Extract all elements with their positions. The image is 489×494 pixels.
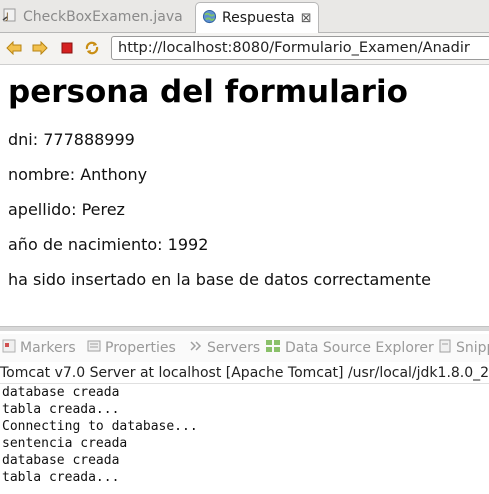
views-tab-bar: Markers Properties Servers Data Source E… xyxy=(0,334,489,362)
servers-icon xyxy=(189,339,203,357)
browser-toolbar: http://localhost:8080/Formulario_Examen/… xyxy=(0,33,489,65)
tab-label: Snipp xyxy=(456,340,489,356)
properties-icon xyxy=(87,339,101,357)
tab-properties[interactable]: Properties xyxy=(87,339,176,357)
tab-respuesta[interactable]: Respuesta ⊠ xyxy=(195,2,319,33)
snippets-icon xyxy=(438,339,452,357)
tab-label: Markers xyxy=(20,340,76,356)
refresh-icon[interactable] xyxy=(84,40,100,56)
tab-label: CheckBoxExamen.java xyxy=(23,8,183,25)
console-line: database creada xyxy=(2,453,120,468)
page-title: persona del formulario xyxy=(8,74,408,110)
stop-icon[interactable] xyxy=(59,40,75,56)
nacimiento-text: año de nacimiento: 1992 xyxy=(8,235,209,254)
console-line: sentencia creada xyxy=(2,436,128,451)
markers-icon xyxy=(2,339,16,357)
console-line: database creada xyxy=(2,385,120,400)
panel-sash[interactable] xyxy=(0,326,489,331)
data-source-icon xyxy=(265,339,281,357)
url-input[interactable]: http://localhost:8080/Formulario_Examen/… xyxy=(111,36,489,60)
dni-text: dni: 777888999 xyxy=(8,130,135,149)
tab-markers[interactable]: Markers xyxy=(2,339,76,357)
console-line: tabla creada... xyxy=(2,470,120,485)
tab-label: Properties xyxy=(105,340,176,356)
tab-servers[interactable]: Servers xyxy=(189,339,260,357)
tab-label: Respuesta xyxy=(222,10,295,26)
tab-checkboxexamen[interactable]: J CheckBoxExamen.java xyxy=(0,2,183,31)
back-arrow-icon[interactable] xyxy=(6,40,22,56)
tab-snippets[interactable]: Snipp xyxy=(438,339,489,357)
close-icon[interactable]: ⊠ xyxy=(301,11,312,26)
console-line: tabla creada... xyxy=(2,402,120,417)
console-header: Tomcat v7.0 Server at localhost [Apache … xyxy=(0,363,489,384)
success-message: ha sido insertado en la base de datos co… xyxy=(8,270,431,289)
tab-data-source-explorer[interactable]: Data Source Explorer xyxy=(265,339,434,357)
tab-label: Servers xyxy=(207,340,261,356)
apellido-text: apellido: Perez xyxy=(8,200,125,219)
globe-icon xyxy=(202,9,217,28)
nombre-text: nombre: Anthony xyxy=(8,165,148,184)
console-line: Connecting to database... xyxy=(2,419,198,434)
forward-arrow-icon[interactable] xyxy=(32,40,48,56)
editor-tab-bar: J CheckBoxExamen.java Respuesta ⊠ xyxy=(0,0,489,33)
java-file-icon: J xyxy=(2,7,18,27)
tab-label: Data Source Explorer xyxy=(285,340,434,356)
